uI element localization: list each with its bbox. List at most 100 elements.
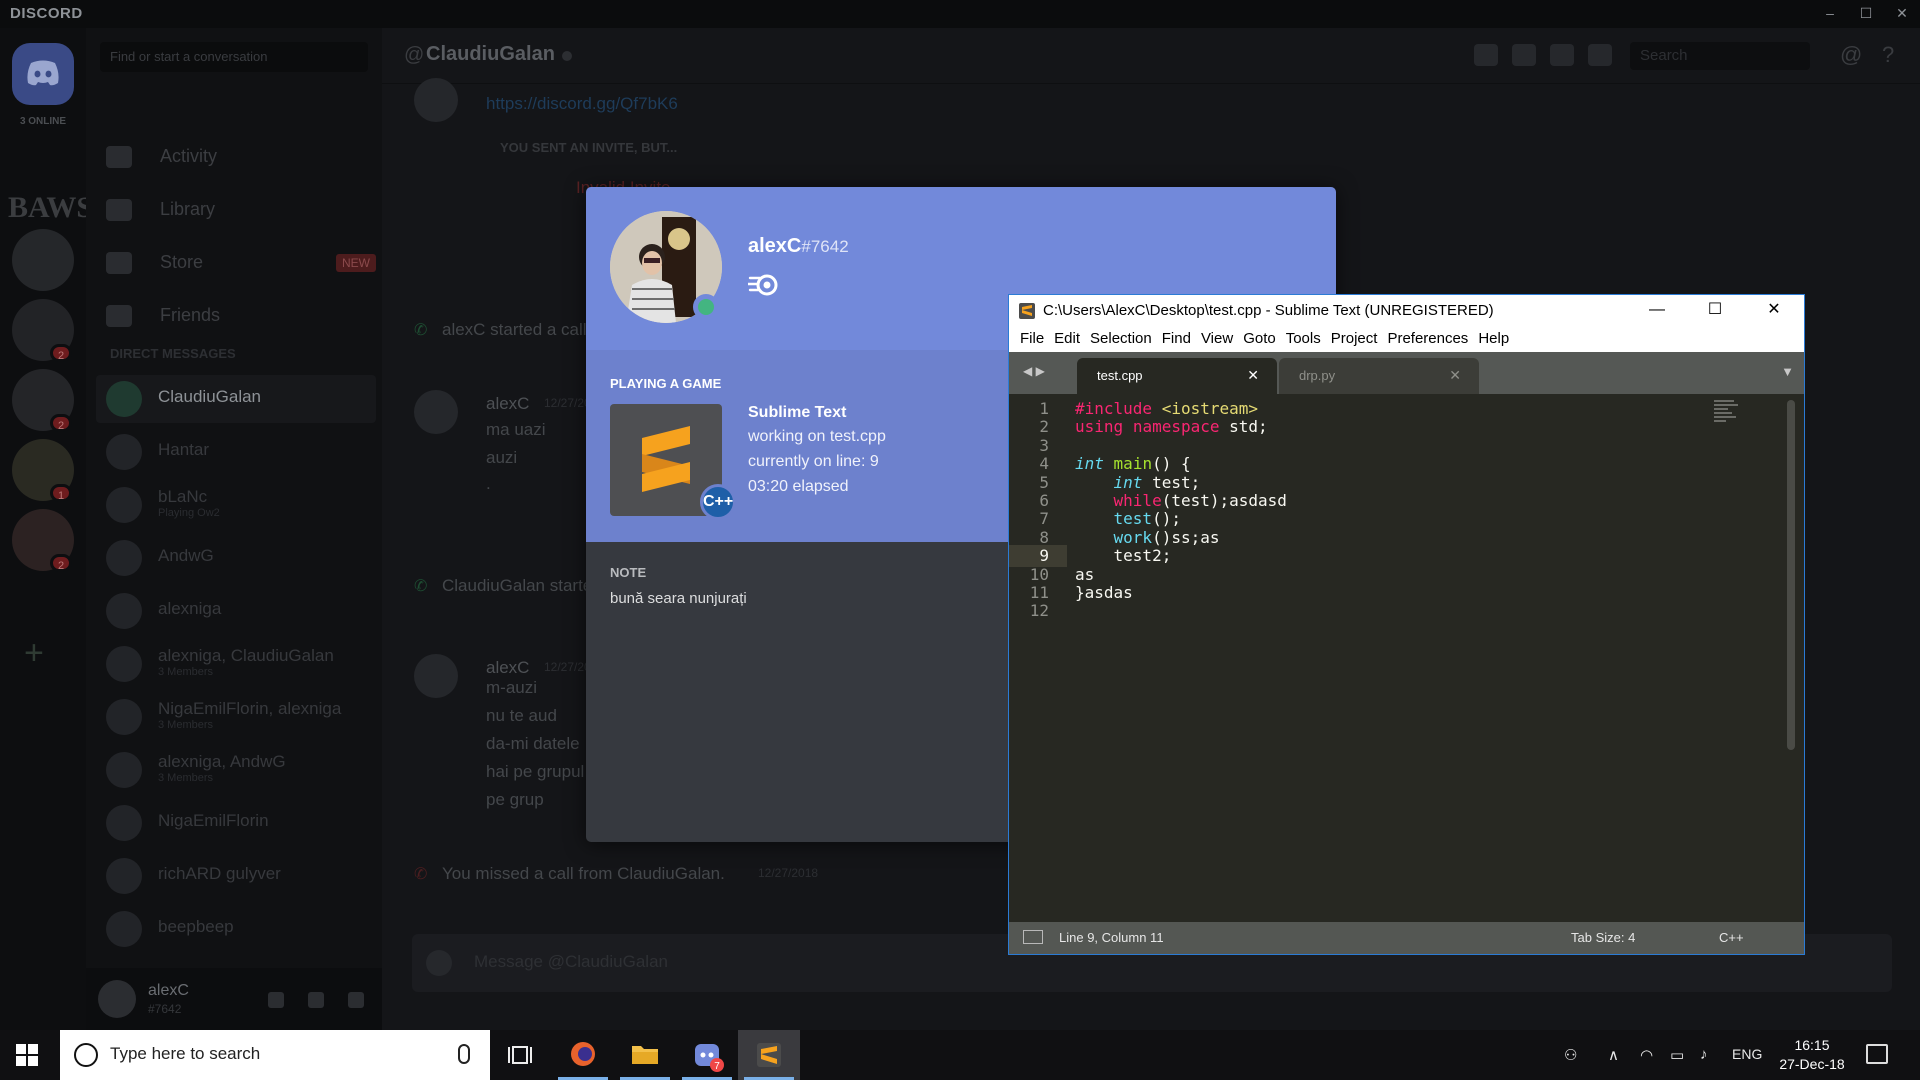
help-icon[interactable]: ? (1882, 42, 1894, 68)
headphones-icon[interactable] (308, 992, 324, 1008)
syntax-mode[interactable]: C++ (1719, 930, 1744, 945)
microphone-icon[interactable] (268, 992, 284, 1008)
tab-dropdown-icon[interactable]: ▼ (1781, 364, 1794, 379)
menu-project[interactable]: Project (1326, 326, 1383, 352)
channel-name: ClaudiuGalan (426, 43, 555, 65)
menu-view[interactable]: View (1196, 326, 1238, 352)
dm-item[interactable]: beepbeep (96, 905, 376, 953)
dm-item[interactable]: NigaEmilFlorin, alexniga 3 Members (96, 693, 376, 741)
mentions-icon[interactable]: @ (1840, 42, 1862, 68)
menu-help[interactable]: Help (1473, 326, 1514, 352)
tab-drp-py[interactable]: drp.py ✕ (1279, 358, 1479, 394)
add-attachment-icon[interactable] (426, 950, 452, 976)
volume-icon[interactable]: ♪ (1700, 1046, 1708, 1063)
mention-badge: 2 (50, 344, 72, 362)
server-baws[interactable]: BAWS (8, 191, 93, 225)
pin-icon[interactable] (1550, 44, 1574, 66)
gear-icon[interactable] (348, 992, 364, 1008)
dm-item[interactable]: AndwG (96, 534, 376, 582)
close-tab-icon[interactable]: ✕ (1247, 367, 1259, 384)
code-line[interactable]: }asdas (1075, 582, 1133, 604)
discord-notification-count: 7 (714, 1061, 720, 1072)
code-editor[interactable]: 1 2 3 4 5 6 7 8 9 10 11 12 #include <iostream> using… (1009, 394, 1804, 922)
nav-store[interactable]: Store NEW (106, 242, 376, 286)
menu-edit[interactable]: Edit (1049, 326, 1085, 352)
group-avatar (106, 646, 142, 682)
dm-name: alexniga, AndwG (158, 752, 286, 771)
system-clock[interactable]: 16:15 27-Dec-18 (1772, 1036, 1852, 1074)
menu-tools[interactable]: Tools (1281, 326, 1326, 352)
activity-title: PLAYING A GAME (610, 376, 722, 391)
battery-icon[interactable]: ▭ (1670, 1046, 1684, 1064)
search-input[interactable]: Search (1630, 42, 1810, 70)
maximize-button[interactable]: ☐ (1848, 0, 1884, 28)
message-time: 12/27/2018 (758, 866, 819, 880)
code-line[interactable]: using namespace std; (1075, 416, 1268, 438)
message-author[interactable]: alexC (486, 658, 529, 678)
discord-taskbar-button[interactable]: 7 (676, 1030, 738, 1080)
minimap[interactable] (1714, 400, 1750, 436)
add-friend-icon[interactable] (1588, 44, 1612, 66)
close-tab-icon[interactable]: ✕ (1449, 367, 1461, 384)
dm-item[interactable]: alexniga, ClaudiuGalan 3 Members (96, 640, 376, 688)
discord-home-button[interactable] (12, 43, 74, 105)
message-author[interactable]: alexC (486, 394, 529, 414)
find-conversation-input[interactable]: Find or start a conversation (100, 42, 368, 72)
minimize-button[interactable]: — (1628, 295, 1686, 326)
dm-item[interactable]: ClaudiuGalan (96, 375, 376, 423)
vertical-scrollbar[interactable] (1787, 400, 1795, 750)
windows-start-button[interactable] (16, 1044, 38, 1071)
hypesquad-badge-icon[interactable] (746, 272, 778, 303)
note-input[interactable]: bună seara nunjurați (610, 590, 747, 607)
microphone-icon[interactable] (458, 1044, 470, 1064)
nav-library[interactable]: Library (106, 189, 376, 233)
menu-file[interactable]: File (1015, 326, 1049, 352)
dm-item[interactable]: alexniga, AndwG 3 Members (96, 746, 376, 794)
sublime-taskbar-button[interactable] (738, 1030, 800, 1080)
close-button[interactable]: ✕ (1745, 295, 1803, 326)
group-avatar (106, 699, 142, 735)
message-text: m-auzi (486, 678, 538, 697)
dm-subtext: 3 Members (158, 719, 214, 731)
server-icon[interactable] (12, 229, 74, 291)
wifi-icon[interactable]: ◠ (1640, 1046, 1653, 1064)
mention-badge: 1 (50, 484, 72, 502)
invite-link[interactable]: https://discord.gg/Qf7bK6 (486, 94, 678, 114)
taskbar: Type here to search 7 ⚇ ∧ ◠ ▭ ♪ ENG 16:1… (0, 1030, 1920, 1080)
panel-toggle-icon[interactable] (1023, 930, 1043, 944)
menu-goto[interactable]: Goto (1238, 326, 1281, 352)
menu-selection[interactable]: Selection (1085, 326, 1157, 352)
game-state: currently on line: 9 (748, 453, 879, 470)
firefox-taskbar-button[interactable] (552, 1030, 614, 1080)
menu-find[interactable]: Find (1157, 326, 1196, 352)
input-language[interactable]: ENG (1732, 1046, 1762, 1062)
minimize-button[interactable]: – (1812, 0, 1848, 28)
show-hidden-icons-icon[interactable]: ∧ (1608, 1046, 1619, 1064)
task-view-button[interactable] (490, 1030, 552, 1080)
nav-activity[interactable]: Activity (106, 136, 376, 180)
action-center-icon[interactable] (1866, 1044, 1888, 1064)
user-tag: #7642 (148, 1002, 182, 1016)
dm-item[interactable]: Hantar (96, 428, 376, 476)
tab-nav-arrows-icon[interactable]: ◀ ▶ (1023, 364, 1045, 378)
avatar (106, 805, 142, 841)
dm-item[interactable]: bLaNc Playing Ow2 (96, 481, 376, 529)
close-button[interactable]: ✕ (1884, 0, 1920, 28)
dm-name: NigaEmilFlorin (158, 811, 269, 830)
file-explorer-taskbar-button[interactable] (614, 1030, 676, 1080)
video-call-icon[interactable] (1474, 44, 1498, 66)
taskbar-search-box[interactable]: Type here to search (60, 1030, 490, 1080)
phone-icon[interactable] (1512, 44, 1536, 66)
menu-preferences[interactable]: Preferences (1382, 326, 1473, 352)
nav-friends[interactable]: Friends (106, 295, 376, 339)
new-badge: NEW (336, 254, 376, 272)
tab-test-cpp[interactable]: test.cpp ✕ (1077, 358, 1277, 394)
maximize-button[interactable]: ☐ (1686, 295, 1744, 326)
dm-item[interactable]: alexniga (96, 587, 376, 635)
people-icon[interactable]: ⚇ (1564, 1046, 1577, 1064)
dm-item[interactable]: NigaEmilFlorin (96, 799, 376, 847)
dm-item[interactable]: richARD gulyver (96, 852, 376, 900)
tab-size[interactable]: Tab Size: 4 (1571, 930, 1635, 945)
dm-sidebar: Find or start a conversation Activity Li… (86, 28, 382, 1030)
add-server-icon[interactable]: + (24, 634, 44, 673)
